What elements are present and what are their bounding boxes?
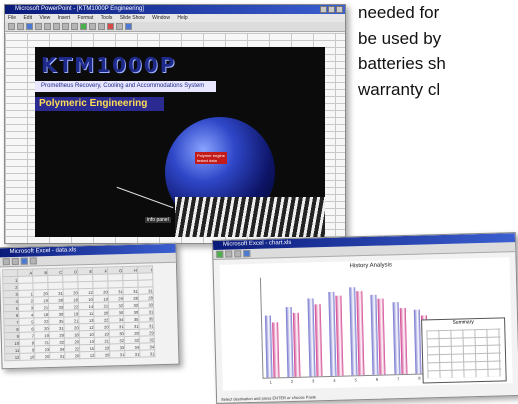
chart-bar <box>377 298 386 375</box>
menu-view[interactable]: View <box>39 15 50 21</box>
new-icon[interactable] <box>8 23 15 30</box>
color-icon[interactable] <box>107 23 114 30</box>
menu-slide-show[interactable]: Slide Show <box>120 15 145 21</box>
save-icon[interactable] <box>2 258 10 266</box>
table-cell[interactable]: 31 <box>109 350 125 358</box>
chart-title: History Analysis <box>349 262 393 270</box>
slide-logo-text: KTM1000P <box>41 53 177 77</box>
copy-icon[interactable] <box>53 23 60 30</box>
table-cell[interactable]: 20 <box>64 351 80 360</box>
slide-canvas[interactable]: KTM1000P Prometheus Recovery, Cooling an… <box>35 47 325 237</box>
data-table-icon[interactable] <box>243 250 251 258</box>
window-title: Microsoft PowerPoint - [KTM1000P Enginee… <box>15 6 144 12</box>
chart-bar <box>293 312 301 377</box>
legend-icon[interactable] <box>234 250 242 258</box>
chart-icon[interactable] <box>80 23 87 30</box>
window-titlebar[interactable]: Microsoft PowerPoint - [KTM1000P Enginee… <box>5 5 345 14</box>
chart-bar <box>399 307 407 375</box>
x-tick-label: 6 <box>375 376 379 382</box>
table-cell[interactable]: 12 <box>4 353 20 361</box>
table-cell[interactable]: 12 <box>79 351 95 359</box>
chart-bar <box>272 322 280 378</box>
undo-icon[interactable] <box>71 23 78 30</box>
floor-graphic <box>175 197 325 237</box>
close-icon[interactable] <box>336 6 343 13</box>
text-line: needed for <box>358 3 440 22</box>
summary-title: Summary <box>452 319 474 326</box>
table-cell[interactable]: 31 <box>49 352 65 360</box>
table-cell[interactable]: 20 <box>94 350 110 359</box>
chart-bar <box>335 295 344 376</box>
table-cell[interactable]: 10 <box>19 352 35 361</box>
x-tick-label: 3 <box>312 378 315 384</box>
status-bar: Select destination and press ENTER or ch… <box>221 394 317 402</box>
chart-window-title: Microsoft Excel - chart.xls <box>222 239 292 248</box>
zoom-icon[interactable] <box>116 23 123 30</box>
sphere-label-line: tested data <box>197 158 217 163</box>
slide-heading: Polymeric Engineering <box>35 97 164 111</box>
slide-subtitle: Prometheus Recovery, Cooling and Accommo… <box>35 81 216 92</box>
chart-bar <box>356 291 365 376</box>
plot-area: 1 2 3 4 5 6 7 8 <box>259 273 434 385</box>
sort-icon[interactable] <box>29 257 37 265</box>
x-tick-label: 5 <box>354 377 357 383</box>
x-tick-label: 8 <box>418 375 421 381</box>
menu-edit[interactable]: Edit <box>23 15 32 21</box>
menu-window[interactable]: Window <box>152 15 170 21</box>
menu-file[interactable]: File <box>8 15 16 21</box>
italic-icon[interactable] <box>98 23 105 30</box>
presentation-window: Microsoft PowerPoint - [KTM1000P Enginee… <box>4 4 346 244</box>
cut-icon[interactable] <box>44 23 51 30</box>
open-icon[interactable] <box>17 23 24 30</box>
summary-grid <box>426 328 502 379</box>
menu-insert[interactable]: Insert <box>58 15 71 21</box>
pointer-label: info panel <box>145 217 171 223</box>
sum-icon[interactable] <box>20 257 28 265</box>
table-cell[interactable]: 31 <box>124 350 140 358</box>
menu-tools[interactable]: Tools <box>101 15 113 21</box>
table-cell[interactable]: 20 <box>34 352 50 360</box>
x-tick-label: 1 <box>269 379 272 385</box>
maximize-icon[interactable] <box>328 6 335 13</box>
chart-area[interactable]: History Analysis 1 2 3 4 5 6 7 8 Summary <box>219 257 513 391</box>
menu-format[interactable]: Format <box>78 15 94 21</box>
spreadsheet-window: Microsoft Excel - data.xls ABCDEFGHI1231… <box>0 242 180 370</box>
chart-bar <box>314 304 323 377</box>
x-tick-label: 2 <box>290 378 294 384</box>
spreadsheet-title: Microsoft Excel - data.xls <box>9 247 77 256</box>
x-tick-label: 7 <box>397 376 400 382</box>
print-icon[interactable] <box>35 23 42 30</box>
toolbar <box>5 22 345 32</box>
table-cell[interactable]: 31 <box>139 349 155 358</box>
menu-help[interactable]: Help <box>177 15 187 21</box>
text-line: warranty cl <box>358 79 441 99</box>
summary-table: Summary <box>421 317 507 384</box>
text-line: batteries sh <box>358 54 446 73</box>
window-controls <box>320 6 343 13</box>
sphere-label: Polymer engine tested data <box>195 152 227 164</box>
format-icon[interactable] <box>225 250 233 258</box>
chart-wizard-icon[interactable] <box>216 250 224 258</box>
pointer-arrow <box>116 186 174 209</box>
chart-window: Microsoft Excel - chart.xls History Anal… <box>211 232 518 404</box>
menu-bar: File Edit View Insert Format Tools Slide… <box>5 14 345 22</box>
help-icon[interactable] <box>125 23 132 30</box>
spreadsheet-grid[interactable]: A B C D E F G H I 1 2 3 1 20 31 20 12 20 31 31 31 4 2 19 28 18 10 1… <box>2 265 155 361</box>
text-line: be used by <box>358 28 442 48</box>
print-icon[interactable] <box>11 257 19 266</box>
paste-icon[interactable] <box>62 23 69 30</box>
bold-icon[interactable] <box>89 23 96 30</box>
minimize-icon[interactable] <box>320 6 327 13</box>
save-icon[interactable] <box>26 23 33 30</box>
x-tick-label: 4 <box>333 377 336 383</box>
body-paragraph: needed for be used by batteries sh warra… <box>358 0 518 102</box>
